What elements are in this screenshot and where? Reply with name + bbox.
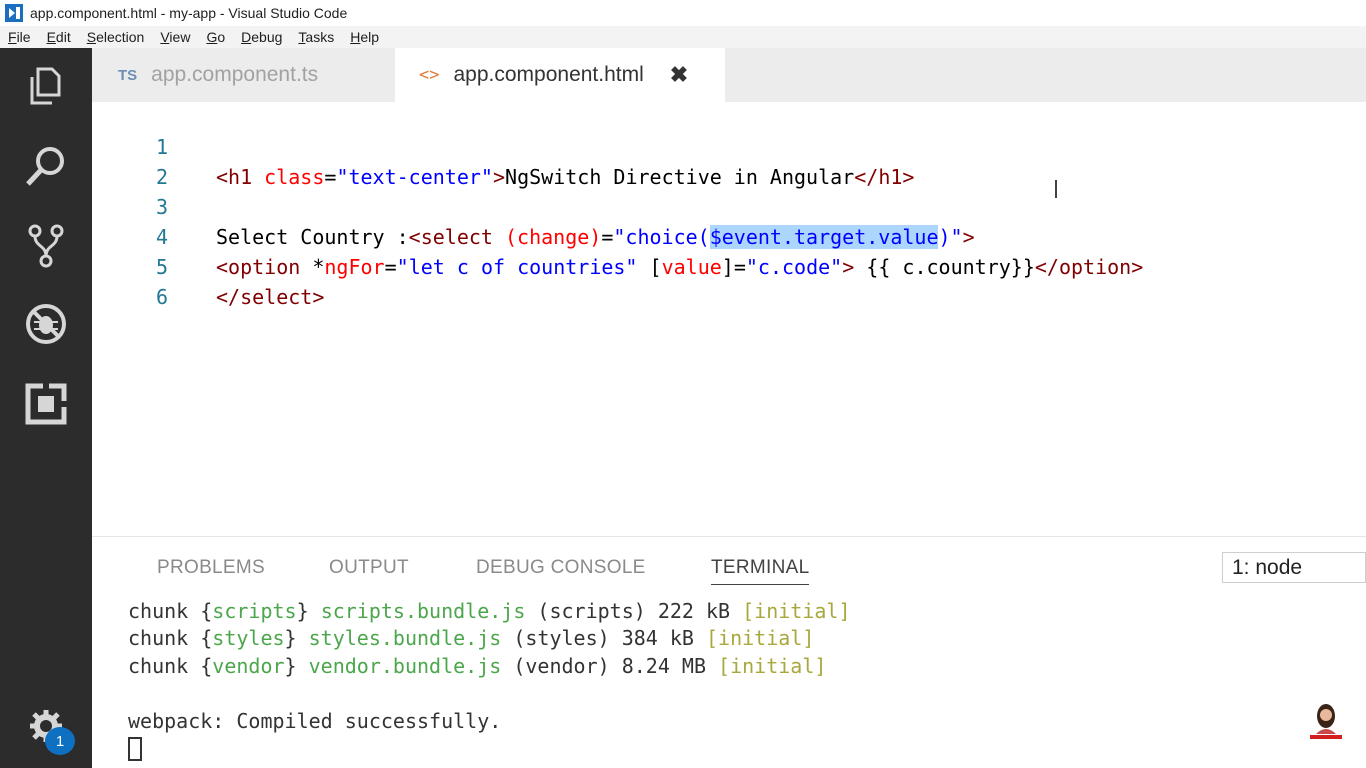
menu-tasks[interactable]: Tasks — [290, 29, 342, 45]
menu-selection[interactable]: Selection — [79, 29, 153, 45]
code-line: 3 Select Country :<select (change)="choi… — [92, 162, 1366, 249]
activity-bar — [0, 48, 92, 768]
debug-icon[interactable] — [22, 300, 70, 348]
tab-output[interactable]: OUTPUT — [329, 557, 409, 579]
bottom-panel: PROBLEMS OUTPUT DEBUG CONSOLE TERMINAL 1… — [92, 536, 1366, 768]
menu-help[interactable]: Help — [342, 29, 387, 45]
terminal-line: chunk {scripts} scripts.bundle.js (scrip… — [128, 599, 851, 623]
mouse-ibeam-cursor — [1055, 180, 1057, 198]
code-line: 4 <option *ngFor="let c of countries" [v… — [92, 192, 1366, 279]
tab-problems[interactable]: PROBLEMS — [157, 557, 265, 579]
tab-app-component-ts[interactable]: TS app.component.ts — [92, 48, 393, 102]
menu-go[interactable]: Go — [198, 29, 233, 45]
code-line: 2 — [92, 132, 1366, 189]
menu-view[interactable]: View — [152, 29, 198, 45]
menu-bar: File Edit Selection View Go Debug Tasks … — [0, 26, 1366, 48]
code-editor[interactable]: 1 <h1 class="text-center">NgSwitch Direc… — [92, 102, 1366, 536]
code-text: </select> — [216, 285, 325, 309]
terminal-instance-select[interactable]: 1: node — [1222, 552, 1366, 583]
editor-tab-bar: TS app.component.ts <> app.component.htm… — [92, 48, 1366, 102]
tab-terminal[interactable]: TERMINAL — [711, 557, 810, 585]
tab-app-component-html[interactable]: <> app.component.html ✖ — [395, 48, 725, 102]
vscode-logo-icon — [5, 4, 23, 22]
code-line: 6 — [92, 252, 1366, 309]
tab-label: app.component.html — [453, 63, 644, 86]
search-icon[interactable] — [22, 142, 70, 190]
html-file-icon: <> — [419, 65, 440, 85]
channel-avatar-icon — [1310, 704, 1342, 739]
settings-update-badge: 1 — [45, 727, 75, 755]
title-bar: app.component.html - my-app - Visual Stu… — [0, 0, 1366, 26]
code-line: 5 </select> — [92, 222, 1366, 309]
line-number: 6 — [155, 285, 168, 309]
terminal-cursor — [128, 737, 142, 761]
tab-label: app.component.ts — [151, 63, 319, 86]
menu-debug[interactable]: Debug — [233, 29, 290, 45]
typescript-file-icon: TS — [118, 66, 138, 84]
menu-file[interactable]: File — [0, 29, 39, 45]
explorer-icon[interactable] — [22, 62, 70, 110]
terminal-line: webpack: Compiled successfully. — [128, 709, 502, 733]
source-control-icon[interactable] — [22, 222, 70, 270]
code-line: 1 <h1 class="text-center">NgSwitch Direc… — [92, 102, 1366, 189]
menu-edit[interactable]: Edit — [39, 29, 79, 45]
close-tab-icon[interactable]: ✖ — [670, 62, 688, 88]
tab-debug-console[interactable]: DEBUG CONSOLE — [476, 557, 646, 579]
terminal-line: chunk {vendor} vendor.bundle.js (vendor)… — [128, 654, 827, 678]
terminal-line: chunk {styles} styles.bundle.js (styles)… — [128, 626, 815, 650]
extensions-icon[interactable] — [22, 380, 70, 428]
window-title: app.component.html - my-app - Visual Stu… — [30, 5, 348, 21]
